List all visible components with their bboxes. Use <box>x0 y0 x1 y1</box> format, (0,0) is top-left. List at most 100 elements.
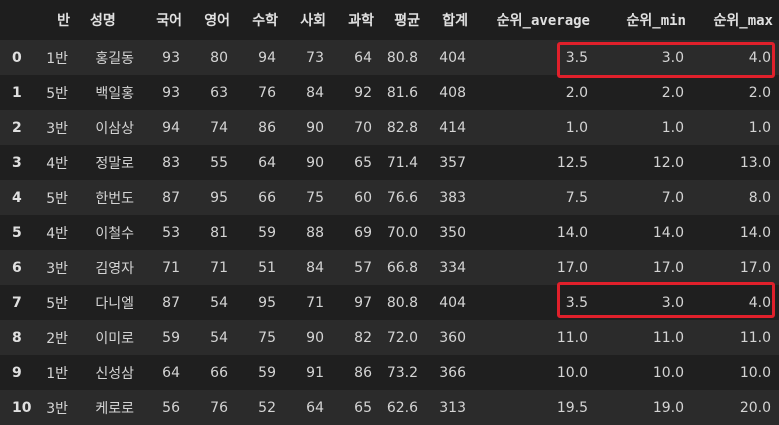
table-cell: 72.0 <box>386 329 418 346</box>
table-cell: 5반 <box>46 190 68 207</box>
row-index: 5 <box>12 224 22 241</box>
table-cell: 97 <box>354 294 372 311</box>
table-cell: 19.5 <box>556 399 588 416</box>
table-cell: 82 <box>354 329 372 346</box>
table-cell: 14.0 <box>556 224 588 241</box>
table-cell: 이미로 <box>95 330 134 347</box>
table-row: 0 1반 홍길동 93 80 94 73 64 80.8 404 3.5 3.0 4.0 <box>0 40 779 75</box>
table-cell: 88 <box>306 224 324 241</box>
table-cell: 71 <box>306 294 324 311</box>
table-cell: 80 <box>210 49 228 66</box>
table-cell: 13.0 <box>739 154 771 171</box>
table-cell: 10.0 <box>652 364 684 381</box>
table-cell: 8.0 <box>748 189 771 206</box>
table-cell: 404 <box>439 294 466 311</box>
table-cell: 60 <box>354 189 372 206</box>
row-index: 8 <box>12 329 22 346</box>
table-cell: 383 <box>439 189 466 206</box>
table-cell: 414 <box>439 119 466 136</box>
table-cell: 94 <box>162 119 180 136</box>
table-cell: 2.0 <box>565 84 588 101</box>
table-body: 0 1반 홍길동 93 80 94 73 64 80.8 404 3.5 3.0 4.0 1 5반 백일홍 93… <box>0 40 779 425</box>
table-cell: 91 <box>306 364 324 381</box>
table-cell: 10.0 <box>739 364 771 381</box>
table-cell: 350 <box>439 224 466 241</box>
table-cell: 75 <box>258 329 276 346</box>
table-cell: 51 <box>258 259 276 276</box>
table-cell: 64 <box>354 49 372 66</box>
table-cell: 84 <box>306 84 324 101</box>
table-cell: 4반 <box>46 155 68 172</box>
table-cell: 19.0 <box>652 399 684 416</box>
table-cell: 2반 <box>46 330 68 347</box>
row-index: 7 <box>12 294 22 311</box>
table-cell: 86 <box>354 364 372 381</box>
table-cell: 71.4 <box>386 154 418 171</box>
row-index: 1 <box>12 84 22 101</box>
table-cell: 11.0 <box>556 329 588 346</box>
table-cell: 14.0 <box>739 224 771 241</box>
table-cell: 93 <box>162 84 180 101</box>
column-header-rank-min: 순위_min <box>626 13 686 29</box>
table-cell: 64 <box>162 364 180 381</box>
table-cell: 2.0 <box>661 84 684 101</box>
row-index: 10 <box>12 399 32 416</box>
table-cell: 90 <box>306 119 324 136</box>
column-header-social: 사회 <box>300 13 326 29</box>
table-cell: 홍길동 <box>95 50 134 67</box>
table-cell: 69 <box>354 224 372 241</box>
table-cell: 76.6 <box>386 189 418 206</box>
table-row: 10 3반 케로로 56 76 52 64 65 62.6 313 19.5 19.0 20.0 <box>0 390 779 425</box>
table-cell: 5반 <box>46 295 68 312</box>
table-cell: 76 <box>258 84 276 101</box>
table-row: 8 2반 이미로 59 54 75 90 82 72.0 360 11.0 11.0 11.0 <box>0 320 779 355</box>
table-cell: 17.0 <box>556 259 588 276</box>
table-cell: 65 <box>354 399 372 416</box>
row-index: 6 <box>12 259 22 276</box>
table-cell: 80.8 <box>386 49 418 66</box>
table-cell: 64 <box>306 399 324 416</box>
table-cell: 73.2 <box>386 364 418 381</box>
table-cell: 71 <box>210 259 228 276</box>
table-cell: 54 <box>210 329 228 346</box>
column-header-math: 수학 <box>252 13 278 29</box>
table-cell: 66 <box>258 189 276 206</box>
table-cell: 4.0 <box>748 294 771 311</box>
table-row: 1 5반 백일홍 93 63 76 84 92 81.6 408 2.0 2.0 2.0 <box>0 75 779 110</box>
table-cell: 70.0 <box>386 224 418 241</box>
table-row: 7 5반 다니엘 87 54 95 71 97 80.8 404 3.5 3.0 4.0 <box>0 285 779 320</box>
column-header-class: 반 <box>57 13 70 29</box>
row-index: 9 <box>12 364 22 381</box>
table-cell: 2.0 <box>748 84 771 101</box>
row-index: 3 <box>12 154 22 171</box>
table-cell: 74 <box>210 119 228 136</box>
table-cell: 59 <box>258 224 276 241</box>
table-cell: 5반 <box>46 85 68 102</box>
table-cell: 54 <box>210 294 228 311</box>
table-cell: 17.0 <box>652 259 684 276</box>
table-cell: 4.0 <box>748 49 771 66</box>
table-cell: 3반 <box>46 400 68 417</box>
table-cell: 76 <box>210 399 228 416</box>
table-cell: 81.6 <box>386 84 418 101</box>
table-cell: 66.8 <box>386 259 418 276</box>
table-cell: 87 <box>162 294 180 311</box>
table-cell: 62.6 <box>386 399 418 416</box>
table-cell: 1반 <box>46 50 68 67</box>
table-cell: 93 <box>162 49 180 66</box>
table-cell: 64 <box>258 154 276 171</box>
table-cell: 408 <box>439 84 466 101</box>
table-cell: 90 <box>306 329 324 346</box>
table-cell: 57 <box>354 259 372 276</box>
table-cell: 3.5 <box>565 294 588 311</box>
table-cell: 90 <box>306 154 324 171</box>
table-cell: 20.0 <box>739 399 771 416</box>
column-header-rank-average: 순위_average <box>496 13 590 29</box>
table-cell: 12.0 <box>652 154 684 171</box>
table-cell: 4반 <box>46 225 68 242</box>
column-header-korean: 국어 <box>156 13 182 29</box>
table-cell: 87 <box>162 189 180 206</box>
table-cell: 12.5 <box>556 154 588 171</box>
table-cell: 71 <box>162 259 180 276</box>
header-row: 반 성명 국어 영어 수학 사회 과학 평균 합계 순위_average 순위_… <box>0 0 779 40</box>
